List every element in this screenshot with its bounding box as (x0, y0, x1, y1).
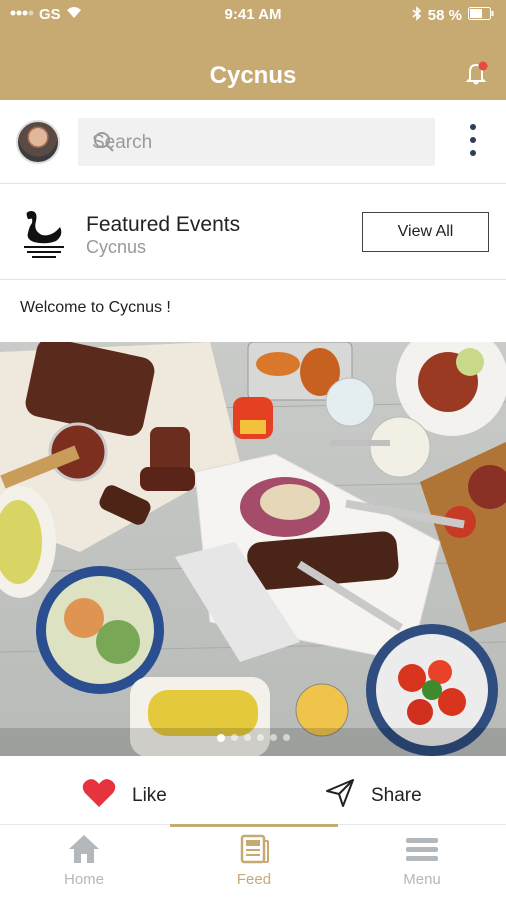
swan-logo-icon (18, 207, 70, 259)
featured-title: Featured Events (86, 213, 241, 236)
notification-bell-icon[interactable] (464, 60, 490, 86)
battery-level: 58 % (427, 7, 462, 24)
tab-menu[interactable]: Menu (338, 833, 506, 888)
like-button[interactable]: Like (82, 778, 167, 814)
search-input[interactable]: Search (78, 118, 435, 166)
menu-icon (405, 838, 439, 869)
carousel-dot[interactable] (230, 734, 238, 741)
search-row: Search (0, 100, 506, 184)
food-illustration (0, 342, 506, 756)
page-title: Cycnus (209, 62, 297, 89)
tab-feed[interactable]: Feed (170, 833, 338, 888)
feed-icon (238, 834, 270, 869)
carousel-dot[interactable] (216, 734, 225, 742)
carousel-dot[interactable] (269, 734, 277, 741)
tab-menu-label: Menu (403, 871, 441, 888)
view-all-button[interactable]: View All (362, 212, 489, 252)
tab-home[interactable]: Home (0, 833, 168, 888)
bluetooth-icon (412, 6, 422, 25)
bottom-tab-bar: Home Feed Menu (0, 824, 506, 900)
more-options-icon[interactable] (466, 124, 480, 162)
featured-events-card: Featured Events Cycnus View All (0, 185, 506, 280)
post-caption: Welcome to Cycnus ! (20, 299, 171, 316)
tab-home-label: Home (63, 871, 104, 888)
share-label: Share (371, 785, 422, 806)
share-button[interactable]: Share (325, 778, 422, 814)
like-label: Like (132, 785, 167, 806)
carousel-dot[interactable] (243, 734, 251, 741)
status-bar: GS 9:41 AM 58 % (0, 0, 506, 30)
post-actions: Like Share (0, 760, 506, 824)
heart-icon (82, 778, 116, 814)
featured-subtitle: Cycnus (86, 237, 147, 257)
carousel-dot[interactable] (282, 734, 290, 741)
active-tab-indicator (170, 824, 338, 827)
home-icon (67, 835, 101, 869)
carousel-indicator (0, 734, 506, 742)
battery-icon (468, 7, 494, 24)
send-icon (325, 778, 355, 814)
carousel-dot[interactable] (256, 734, 264, 741)
featured-food-photo[interactable] (0, 342, 506, 756)
tab-feed-label: Feed (236, 871, 272, 888)
search-icon[interactable] (92, 130, 419, 160)
avatar[interactable] (16, 120, 60, 164)
app-header: Cycnus (0, 30, 506, 100)
